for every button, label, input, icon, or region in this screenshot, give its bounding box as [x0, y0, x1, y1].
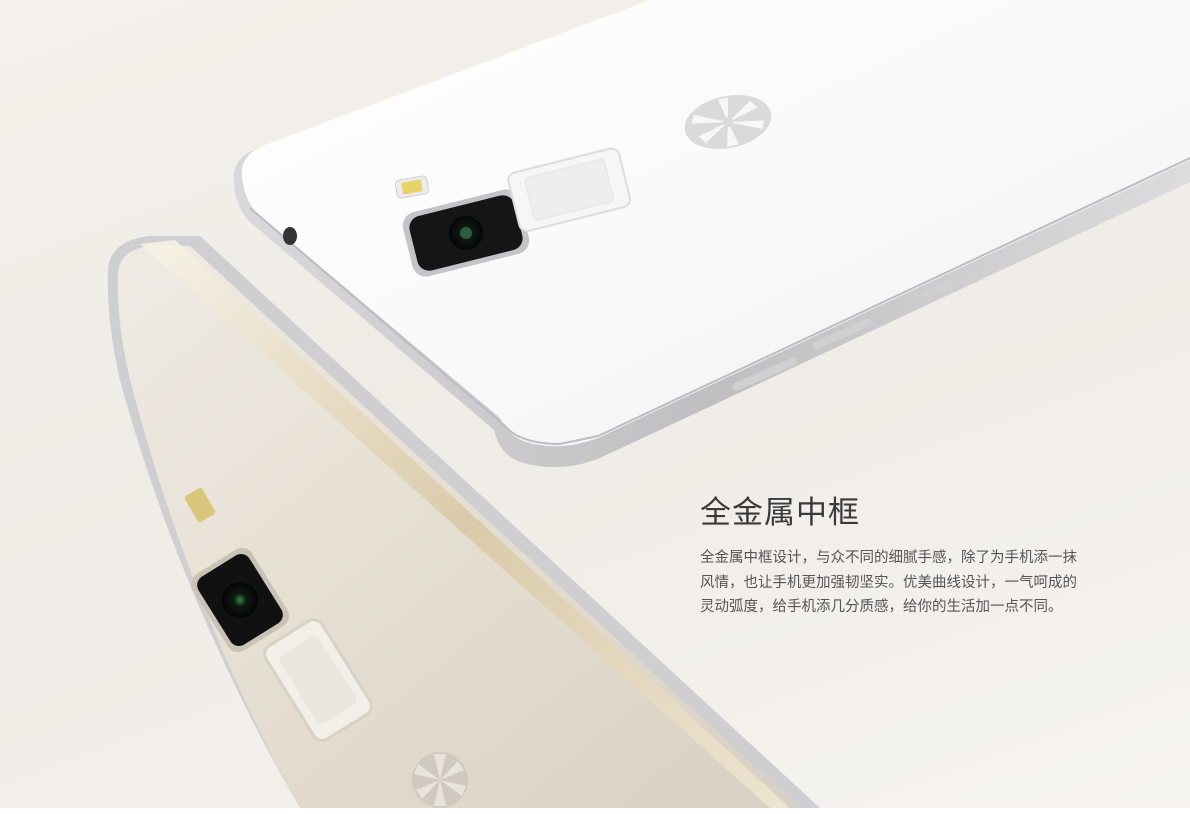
white-phone-body — [241, 0, 1190, 447]
phones-illustration — [107, 0, 1190, 808]
headphone-jack-icon — [283, 227, 297, 245]
gold-phone-logo-icon — [412, 752, 468, 808]
feature-description-line: 灵动弧度，给手机添几分质感，给你的生活加一点不同。 — [700, 599, 1063, 615]
feature-headline: 全金属中框 — [700, 495, 860, 531]
feature-description-line: 风情，也让手机更加强韧坚实。优美曲线设计，一气呵成的 — [700, 574, 1077, 591]
white-phone — [233, 0, 1190, 468]
feature-copy: 全金属中框 全金属中框设计，与众不同的细腻手感，除了为手机添一抹 风情，也让手机… — [700, 494, 1140, 620]
page-bottom-strip — [0, 808, 1190, 814]
feature-description: 全金属中框设计，与众不同的细腻手感，除了为手机添一抹 风情，也让手机更加强韧坚实… — [700, 546, 1140, 620]
feature-description-line: 全金属中框设计，与众不同的细腻手感，除了为手机添一抹 — [700, 550, 1077, 566]
product-showcase: 全金属中框 全金属中框设计，与众不同的细腻手感，除了为手机添一抹 风情，也让手机… — [0, 0, 1190, 808]
